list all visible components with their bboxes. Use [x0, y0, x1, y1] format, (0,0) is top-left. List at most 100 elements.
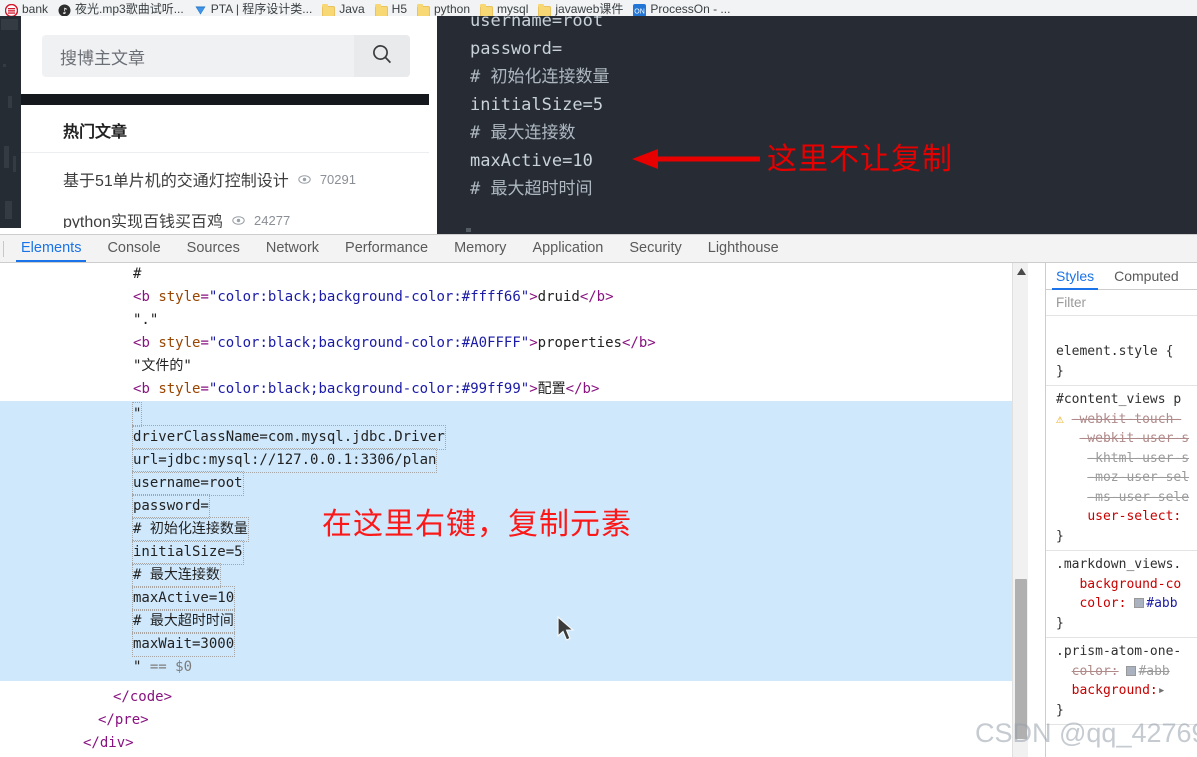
- code-line: password=: [470, 39, 563, 59]
- tab-security[interactable]: Security: [616, 235, 694, 262]
- webpage-viewport: 搜博主文章 热门文章 基于51单片机的交通灯控制设计 70291 python实…: [0, 16, 1197, 234]
- bookmark-pta[interactable]: PTA | 程序设计类...: [191, 1, 320, 16]
- css-rule-element-style[interactable]: element.style { }: [1046, 316, 1197, 386]
- elements-tree[interactable]: # <b style="color:black;background-color…: [0, 263, 1028, 757]
- tab-lighthouse[interactable]: Lighthouse: [695, 235, 792, 262]
- left-arrow-icon: [632, 149, 762, 169]
- config-line: # 初始化连接数量: [132, 517, 249, 542]
- tab-application[interactable]: Application: [519, 235, 616, 262]
- css-rule-prism-atom-one[interactable]: .prism-atom-one- color: #abb background:…: [1046, 638, 1197, 725]
- bookmark-folder-h5[interactable]: H5: [372, 1, 414, 16]
- bookmark-processon[interactable]: ON ProcessOn - ...: [630, 1, 737, 16]
- annotation-no-copy: 这里不让复制: [767, 143, 953, 176]
- screenshot-root: bank 夜光.mp3歌曲试听... PTA | 程序设计类... Java H…: [0, 0, 1197, 757]
- css-selector: #content_views p: [1056, 392, 1182, 407]
- svg-text:ON: ON: [635, 8, 646, 15]
- search-button[interactable]: [354, 35, 410, 77]
- bookmark-folder-mysql[interactable]: mysql: [477, 1, 535, 16]
- folder-icon: [374, 3, 388, 16]
- bookmark-music[interactable]: 夜光.mp3歌曲试听...: [55, 1, 191, 16]
- bookmark-label: javaweb课件: [555, 2, 624, 16]
- dom-text-node[interactable]: ".": [0, 309, 1028, 332]
- divider: [3, 240, 4, 257]
- bookmark-label: H5: [391, 2, 407, 16]
- bookmark-bank[interactable]: bank: [2, 1, 55, 16]
- dom-element-node[interactable]: <b style="color:black;background-color:#…: [0, 378, 1028, 401]
- color-swatch[interactable]: [1134, 598, 1145, 608]
- bookmark-label: PTA | 程序设计类...: [210, 2, 313, 16]
- dom-text-node[interactable]: "文件的": [0, 355, 1028, 378]
- config-line: # 最大超时时间: [132, 609, 235, 634]
- tab-elements[interactable]: Elements: [8, 235, 94, 262]
- config-line: driverClassName=com.mysql.jdbc.Driver: [132, 425, 446, 450]
- hot-articles-panel: 热门文章 基于51单片机的交通灯控制设计 70291 python实现百钱买百鸡…: [21, 105, 429, 234]
- mouse-pointer-icon: [556, 615, 578, 649]
- hot-article-views: 70291: [319, 171, 356, 187]
- tab-performance[interactable]: Performance: [332, 235, 441, 262]
- divider: [21, 152, 429, 153]
- hot-article-item-1[interactable]: 基于51单片机的交通灯控制设计 70291: [63, 167, 356, 191]
- processon-icon: ON: [633, 3, 647, 16]
- eye-icon: [298, 173, 311, 186]
- tab-styles[interactable]: Styles: [1046, 263, 1104, 290]
- scroll-up-arrow-icon[interactable]: [1013, 263, 1028, 279]
- config-line: password=: [132, 494, 210, 519]
- bookmark-label: 夜光.mp3歌曲试听...: [75, 2, 184, 16]
- music-circle-icon: [58, 4, 71, 16]
- page-background-dark-strip: [0, 16, 21, 234]
- config-line: username=root: [132, 471, 244, 496]
- dom-element-node[interactable]: <b style="color:black;background-color:#…: [0, 332, 1028, 355]
- folder-icon: [417, 3, 430, 16]
- tab-memory[interactable]: Memory: [441, 235, 519, 262]
- hot-article-title: 基于51单片机的交通灯控制设计: [63, 173, 289, 190]
- dom-close-tag[interactable]: </code>: [0, 681, 1028, 709]
- scrollbar-thumb[interactable]: [1015, 579, 1027, 739]
- pta-shield-icon: [194, 4, 207, 17]
- folder-icon: [538, 3, 552, 16]
- bookmark-folder-python[interactable]: python: [414, 1, 477, 16]
- dom-selected-text-node[interactable]: " driverClassName=com.mysql.jdbc.Driver …: [0, 401, 1028, 681]
- hot-articles-title: 热门文章: [63, 124, 128, 141]
- tab-sources[interactable]: Sources: [174, 235, 253, 262]
- tab-network[interactable]: Network: [253, 235, 332, 262]
- dom-text-node[interactable]: #: [0, 263, 1028, 286]
- config-line: maxWait=3000: [131, 632, 236, 657]
- page-dark-gap: [21, 94, 429, 105]
- config-line: initialSize=5: [132, 540, 244, 565]
- warning-triangle-icon: ⚠: [1056, 411, 1064, 427]
- config-line: maxActive=10: [131, 586, 236, 611]
- console-ref: == $0: [149, 659, 193, 675]
- bank-circle-icon: [5, 3, 18, 16]
- devtools-tabbar: Elements Console Sources Network Perform…: [0, 235, 1197, 263]
- bookmark-label: bank: [22, 2, 49, 16]
- dom-close-tag[interactable]: </pre>: [0, 709, 1028, 732]
- devtools-body: # <b style="color:black;background-color…: [0, 263, 1197, 757]
- bookmark-label: ProcessOn - ...: [650, 2, 731, 16]
- code-line: # 最大超时时间: [470, 179, 593, 199]
- color-swatch[interactable]: [1126, 665, 1137, 676]
- eye-icon: [232, 214, 245, 227]
- blog-search-card: 搜博主文章: [21, 16, 429, 94]
- folder-icon: [480, 3, 494, 16]
- tab-console[interactable]: Console: [94, 235, 173, 262]
- hot-article-views: 24277: [254, 212, 291, 228]
- styles-tabbar: Styles Computed: [1046, 263, 1197, 290]
- elements-scrollbar[interactable]: [1012, 263, 1028, 757]
- code-block-preview: username=root password= # 初始化连接数量 initia…: [437, 16, 1197, 234]
- search-icon: [370, 42, 394, 71]
- css-rule-content-views-p[interactable]: #content_views p ⚠ -webkit-touch- -webki…: [1046, 386, 1197, 551]
- bookmark-folder-java[interactable]: Java: [319, 1, 371, 16]
- search-input-wrap[interactable]: 搜博主文章: [42, 35, 410, 77]
- search-input[interactable]: 搜博主文章: [42, 44, 354, 69]
- bookmark-folder-javaweb[interactable]: javaweb课件: [535, 1, 630, 16]
- tab-computed[interactable]: Computed: [1104, 263, 1189, 289]
- dom-close-tag[interactable]: </div>: [0, 732, 1028, 755]
- styles-pane: Styles Computed Filter element.style { }…: [1045, 263, 1197, 757]
- folder-icon: [322, 3, 336, 16]
- styles-filter-input[interactable]: Filter: [1046, 290, 1197, 316]
- bookmarks-bar: bank 夜光.mp3歌曲试听... PTA | 程序设计类... Java H…: [0, 0, 1197, 16]
- bookmark-label: mysql: [497, 2, 529, 16]
- dom-element-node[interactable]: <b style="color:black;background-color:#…: [0, 286, 1028, 309]
- css-rule-markdown-views[interactable]: .markdown_views. background-co color: #a…: [1046, 551, 1197, 638]
- css-selector: .prism-atom-one-: [1056, 644, 1182, 659]
